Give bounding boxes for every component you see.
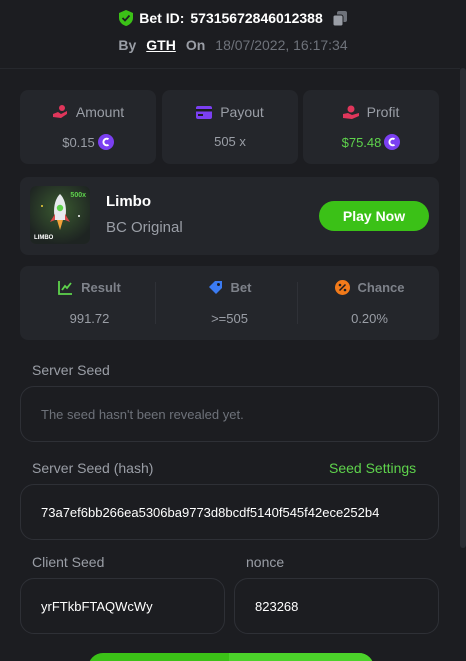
- nonce-field[interactable]: 823268: [234, 578, 439, 634]
- result-card: Result 991.72 Bet >=505 Chance 0.20%: [20, 266, 439, 340]
- bet-details-panel: Bet ID: 57315672846012388 By GTH On 18/0…: [0, 0, 466, 661]
- column-divider: [297, 282, 298, 324]
- server-seed-hash-field[interactable]: 73a7ef6bb266ea5306ba9773d8bcdf5140f545f4…: [20, 484, 439, 540]
- payout-label: Payout: [220, 104, 264, 120]
- game-thumbnail[interactable]: 500x LIMBO: [30, 186, 90, 244]
- game-name: Limbo: [106, 193, 151, 210]
- result-icon: [58, 281, 73, 295]
- amount-value: $0.15: [62, 134, 95, 150]
- verify-button-segment[interactable]: [229, 653, 374, 661]
- result-value: 991.72: [69, 311, 110, 326]
- user-link[interactable]: GTH: [146, 37, 176, 53]
- chance-value: 0.20%: [351, 311, 388, 326]
- thumb-label: LIMBO: [34, 235, 54, 241]
- thumb-badge: 500x: [70, 192, 86, 199]
- amount-icon: [52, 105, 67, 118]
- profit-card: Profit $75.48: [303, 90, 439, 164]
- copy-icon[interactable]: [332, 10, 347, 26]
- scrollbar[interactable]: [460, 68, 466, 548]
- client-seed-label: Client Seed: [32, 554, 105, 570]
- column-divider: [155, 282, 156, 324]
- amount-label: Amount: [75, 104, 125, 120]
- coin-icon: [384, 134, 401, 150]
- chance-column: Chance 0.20%: [300, 266, 439, 340]
- bet-id-row: Bet ID: 57315672846012388: [0, 8, 466, 28]
- result-column: Result 991.72: [20, 266, 159, 340]
- profit-icon: [342, 105, 359, 119]
- server-seed-field[interactable]: The seed hasn't been revealed yet.: [20, 386, 439, 442]
- profit-value: $75.48: [341, 134, 382, 150]
- on-label: On: [185, 37, 206, 53]
- seed-settings-link[interactable]: Seed Settings: [329, 460, 416, 476]
- payout-value: 505 x: [214, 134, 246, 149]
- coin-icon: [97, 134, 114, 150]
- payout-icon: [196, 105, 213, 119]
- game-card: 500x LIMBO Limbo BC Original Play Now: [20, 177, 439, 255]
- bet-id-value: 57315672846012388: [190, 10, 323, 26]
- bet-column: Bet >=505: [160, 266, 299, 340]
- bet-date: 18/07/2022, 16:17:34: [215, 37, 348, 53]
- percent-icon: [334, 280, 350, 295]
- bet-id-label: Bet ID:: [139, 10, 185, 26]
- profit-label: Profit: [366, 104, 400, 120]
- server-seed-hash-label: Server Seed (hash): [32, 460, 154, 476]
- result-label: Result: [81, 280, 121, 295]
- amount-card: Amount $0.15: [20, 90, 156, 164]
- payout-card: Payout 505 x: [162, 90, 298, 164]
- by-label: By: [118, 37, 137, 53]
- play-now-button[interactable]: Play Now: [319, 201, 429, 231]
- header-divider: [0, 68, 460, 69]
- nonce-label: nonce: [246, 554, 285, 570]
- server-seed-label: Server Seed: [32, 362, 110, 378]
- bet-label: Bet: [230, 280, 252, 295]
- bet-value: >=505: [211, 311, 248, 326]
- verified-shield-icon: [119, 10, 134, 26]
- client-seed-field[interactable]: yrFTkbFTAQWcWy: [20, 578, 225, 634]
- bet-tag-icon: [208, 281, 222, 294]
- bet-meta-row: By GTH On 18/07/2022, 16:17:34: [0, 35, 466, 55]
- chance-label: Chance: [357, 280, 405, 295]
- game-subtitle: BC Original: [106, 219, 183, 236]
